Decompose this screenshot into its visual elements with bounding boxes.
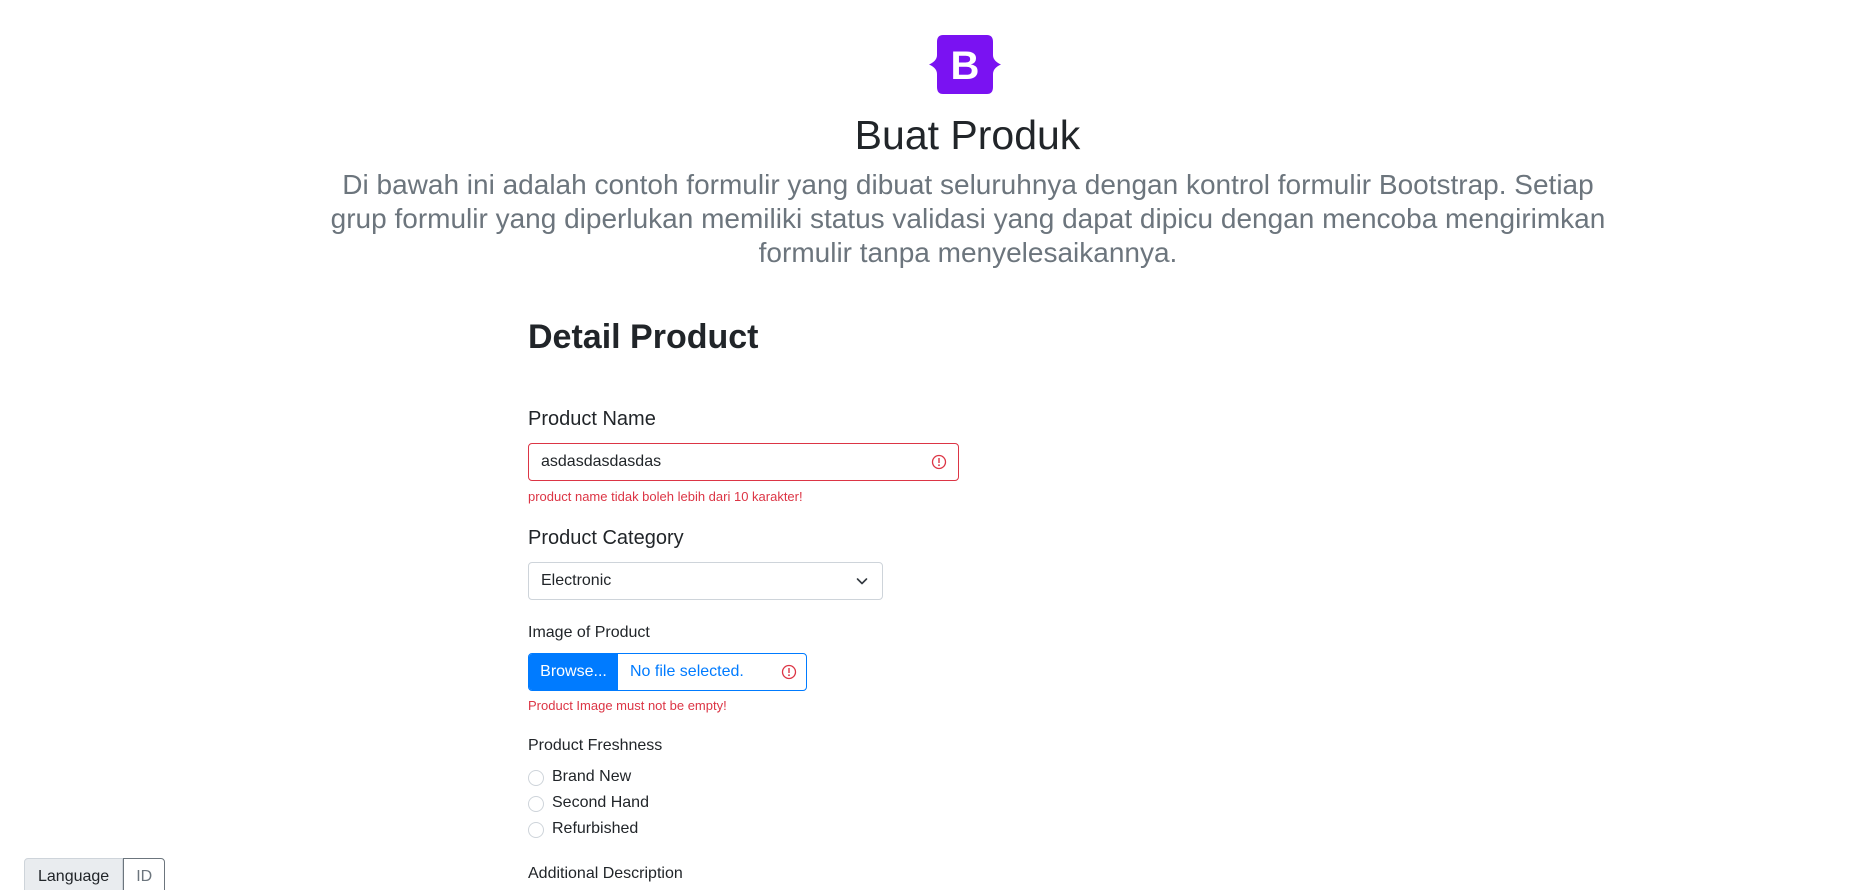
page-lead: Di bawah ini adalah contoh formulir yang… [330,169,1606,268]
logo-letter: B [951,44,980,88]
product-image-file-input[interactable]: Browse... No file selected. [528,653,807,691]
product-freshness-label: Product Freshness [528,737,663,754]
page-title: Buat Produk [854,112,1081,158]
bootstrap-logo: B [929,35,1001,94]
additional-description-label: Additional Description [528,865,683,882]
radio-circle[interactable] [528,822,544,838]
product-image-error: Product Image must not be empty! [528,698,727,713]
product-name-input[interactable]: asdasdasdasdas [528,443,959,481]
language-switcher[interactable]: Language ID [24,858,166,890]
product-name-label: Product Name [528,408,656,430]
language-label: Language [24,858,124,890]
browse-button[interactable]: Browse... [529,654,618,690]
radio-circle[interactable] [528,770,544,786]
product-category-select[interactable]: Electronic [528,562,883,600]
product-image-label: Image of Product [528,624,650,641]
radio-label: Second Hand [552,794,649,811]
radio-label: Brand New [552,768,632,785]
file-status-text: No file selected. [630,663,744,680]
chevron-down-icon [856,575,868,587]
radio-label: Refurbished [552,820,639,837]
invalid-icon [781,664,797,680]
section-title: Detail Product [528,318,759,356]
product-category-value: Electronic [541,572,612,589]
product-category-label: Product Category [528,527,684,549]
language-input[interactable]: ID [123,858,166,890]
radio-circle[interactable] [528,796,544,812]
invalid-icon [931,454,947,470]
product-name-error: product name tidak boleh lebih dari 10 k… [528,489,803,504]
